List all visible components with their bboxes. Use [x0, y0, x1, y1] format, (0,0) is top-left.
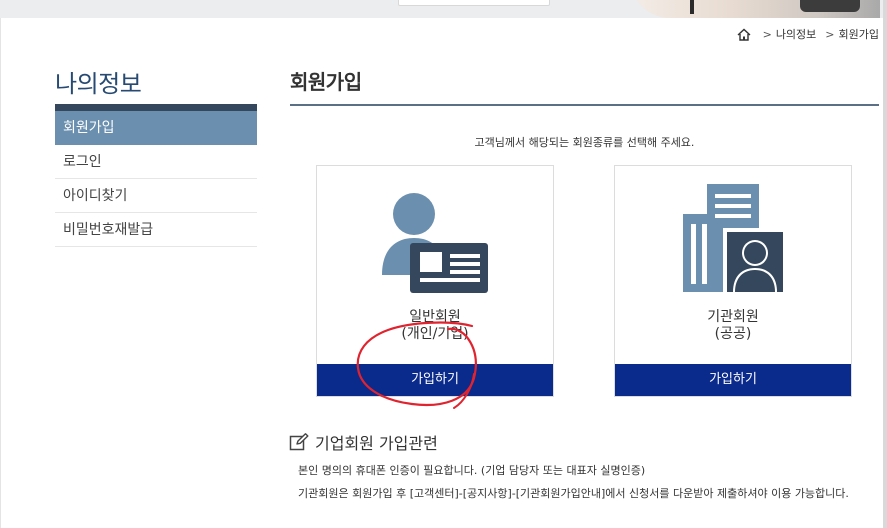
page-scrollbar[interactable] — [883, 0, 887, 528]
sidebar-item-login[interactable]: 로그인 — [55, 145, 257, 179]
breadcrumb: > 나의정보 > 회원가입 — [737, 27, 879, 41]
breadcrumb-item-signup[interactable]: 회원가입 — [839, 26, 879, 42]
general-member-name: 일반회원 (개인/기업) — [317, 309, 553, 343]
general-member-card[interactable]: 일반회원 (개인/기업) 가입하기 — [316, 165, 554, 397]
header-strip — [0, 0, 887, 18]
home-icon[interactable] — [737, 28, 751, 41]
breadcrumb-item-myinfo[interactable]: 나의정보 — [776, 26, 816, 42]
general-member-sublabel: (개인/기업) — [401, 326, 469, 342]
institution-join-button[interactable]: 가입하기 — [615, 364, 851, 396]
notice-heading: 기업회원 가입관련 — [289, 430, 438, 454]
general-join-button[interactable]: 가입하기 — [317, 364, 553, 396]
sidebar-item-signup[interactable]: 회원가입 — [55, 111, 257, 145]
sidebar-title: 나의정보 — [55, 70, 142, 98]
breadcrumb-separator: > — [825, 27, 835, 41]
search-input[interactable] — [398, 0, 550, 6]
notice-line: 본인 명의의 휴대폰 인증이 필요합니다. (기업 담당자 또는 대표자 실명인… — [298, 464, 646, 477]
notice-title: 기업회원 가입관련 — [315, 434, 438, 453]
institution-member-label: 기관회원 — [707, 309, 759, 325]
page-edge-left — [0, 18, 1, 528]
title-divider — [290, 104, 879, 106]
institution-member-name: 기관회원 (공공) — [615, 309, 851, 343]
institution-member-sublabel: (공공) — [714, 326, 752, 342]
sidebar-item-find-id[interactable]: 아이디찾기 — [55, 179, 257, 213]
breadcrumb-separator: > — [762, 27, 772, 41]
notice-line: 기관회원은 회원가입 후 [고객센터]-[공지사항]-[기관회원가입안내]에서 … — [298, 487, 849, 500]
guide-text: 고객님께서 해당되는 회원종류를 선택해 주세요. — [474, 136, 695, 149]
sidebar-item-reset-password[interactable]: 비밀번호재발급 — [55, 213, 257, 247]
sidebar-menu: 회원가입 로그인 아이디찾기 비밀번호재발급 — [55, 111, 257, 247]
institution-member-card[interactable]: 기관회원 (공공) 가입하기 — [614, 165, 852, 397]
person-id-card-icon — [382, 193, 488, 293]
general-member-label: 일반회원 — [409, 309, 461, 325]
sidebar-divider — [55, 104, 257, 111]
institution-building-icon — [683, 184, 783, 292]
banner-keyboard-image — [800, 0, 860, 12]
edit-icon — [289, 433, 309, 451]
banner-pen-image — [690, 0, 694, 14]
page-title: 회원가입 — [290, 70, 362, 94]
